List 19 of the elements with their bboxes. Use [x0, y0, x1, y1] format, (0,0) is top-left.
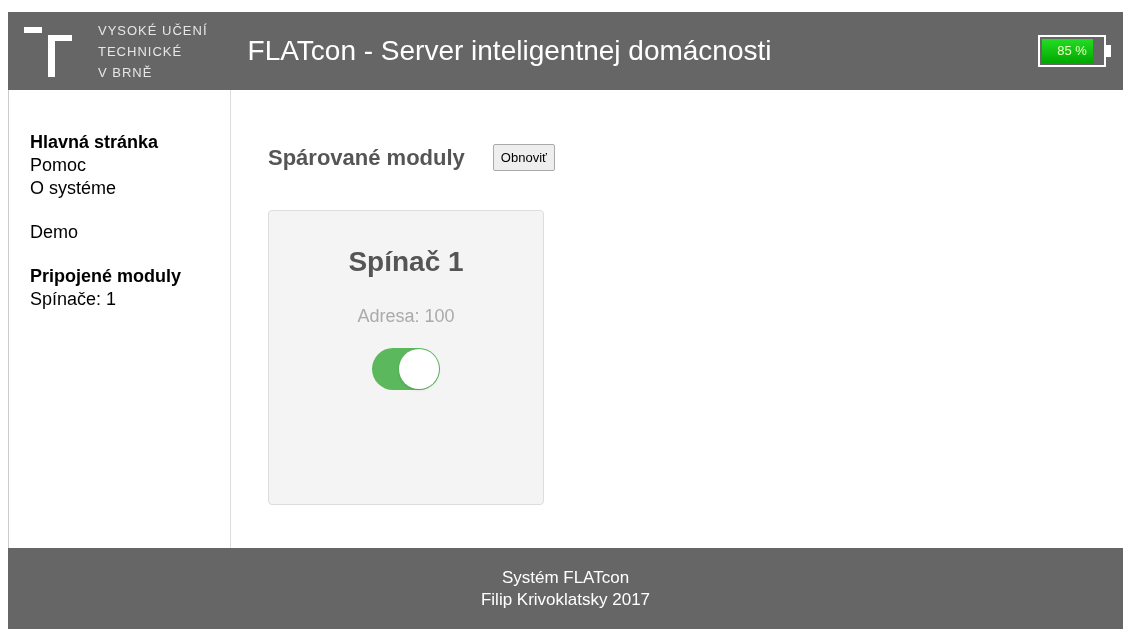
- module-address: Adresa: 100: [357, 305, 455, 328]
- module-count: Spínače: 1: [30, 288, 117, 311]
- logo-text: V BRNĚ: [98, 63, 154, 82]
- toggle-switch[interactable]: [372, 348, 440, 390]
- logo-text: TECHNICKÉ: [98, 42, 184, 61]
- logo-icon: [24, 25, 72, 77]
- footer-text: Systém FLATcon: [501, 566, 630, 589]
- footer-text: Filip Krivoklatsky 2017: [480, 588, 651, 611]
- section-heading: Spárované moduly: [268, 144, 465, 172]
- refresh-button[interactable]: Obnoviť: [492, 143, 555, 172]
- sidebar-heading: Hlavná stránka: [30, 131, 159, 154]
- sidebar-link[interactable]: O systéme: [30, 177, 117, 200]
- sidebar-link[interactable]: Demo: [30, 221, 78, 244]
- logo-text: VYSOKÉ UČENÍ: [98, 21, 208, 40]
- sidebar-link[interactable]: Pomoc: [30, 154, 87, 177]
- battery-reading: 85 %: [1056, 42, 1088, 61]
- module-name: Spínač 1: [348, 245, 464, 279]
- app-title: FLATcon - Server inteligentnej domácnosti: [247, 34, 772, 68]
- sidebar-heading: Pripojené moduly: [30, 265, 182, 288]
